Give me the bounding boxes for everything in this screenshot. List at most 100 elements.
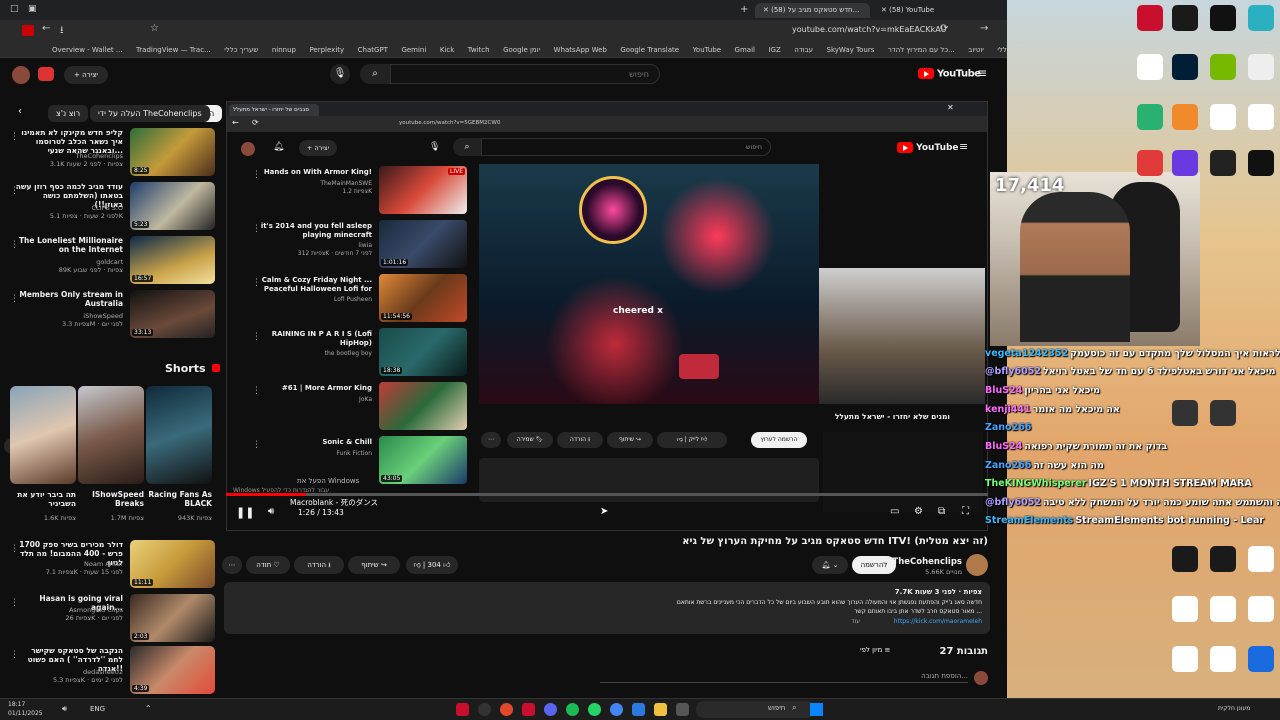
video-thumbnail[interactable]: 1:01:16 (379, 220, 467, 268)
list-item[interactable]: 1:01:16 it's 2014 and you fell asleep pl… (252, 220, 467, 270)
bookmark-item[interactable]: TradingView — Trac... (136, 42, 211, 57)
desktop-icon[interactable] (1172, 596, 1198, 622)
bookmark-item[interactable]: YouTube (693, 42, 721, 57)
video-thumbnail[interactable]: 18:38 (379, 328, 467, 376)
bookmark-item[interactable]: Gemini (401, 42, 426, 57)
taskbar-search[interactable]: חיפוש ⌕ (696, 701, 816, 718)
youtube-logo[interactable]: YouTube (897, 142, 959, 153)
desktop-icon[interactable] (1172, 150, 1198, 176)
pause-icon[interactable]: ❚❚ (236, 506, 254, 519)
language-indicator[interactable]: ENG (90, 705, 105, 713)
channel-name[interactable]: Asmongold Clips (15, 606, 123, 614)
more-options-icon[interactable]: ⋮ (252, 278, 261, 288)
chip-uploaded-by[interactable]: העלה על ידי TheCohenclips (90, 105, 210, 122)
forward-icon[interactable]: → (980, 23, 988, 34)
desktop-icon[interactable] (1248, 546, 1274, 572)
desktop-icon[interactable] (1248, 104, 1274, 130)
chip-related[interactable]: רוצ נ'צ (48, 105, 89, 122)
meta-quest-icon[interactable] (1172, 646, 1198, 672)
chevron-up-icon[interactable]: ⌃ (145, 704, 152, 713)
desktop-icon[interactable] (1248, 5, 1274, 31)
list-item[interactable]: 4:39 הנקבה של סטאקס שקישר לחמ ''לדרדה'' … (10, 646, 215, 696)
bookmark-item[interactable]: IGZ (768, 42, 780, 57)
tab-close-icon[interactable]: ✕ (881, 6, 887, 14)
more-options-icon[interactable]: ⋮ (252, 224, 261, 234)
chrome-icon[interactable] (610, 703, 623, 716)
search-input[interactable]: חיפוש (481, 138, 771, 156)
more-options-icon[interactable]: ⋮ (252, 332, 261, 342)
desktop-icon[interactable] (1210, 150, 1236, 176)
list-item[interactable]: LIVE Hands on With Armor King! TheMainMa… (252, 166, 467, 216)
video-thumbnail[interactable] (379, 382, 467, 430)
tab-list-icon[interactable]: ▣ (28, 4, 37, 14)
save-button[interactable]: שמירה 🔖︎ (507, 432, 553, 448)
progress-bar[interactable] (226, 493, 988, 496)
photoshop-icon[interactable] (1172, 54, 1198, 80)
channel-name[interactable]: Noam Antar (15, 560, 123, 568)
channel-name[interactable]: the bootleg boy (252, 350, 372, 357)
download-icon[interactable]: ⭳ (60, 23, 64, 40)
channel-name[interactable]: TheCohenclips (15, 152, 123, 160)
search-icon[interactable]: ⌕ (453, 138, 481, 156)
chevron-left-icon[interactable]: ‹ (18, 106, 22, 117)
refresh-icon[interactable]: ⟳ (252, 118, 259, 127)
create-button[interactable]: + יצירה (64, 66, 108, 84)
discord-icon[interactable] (544, 703, 557, 716)
video-thumbnail[interactable]: 43:05 (379, 436, 467, 484)
more-actions-button[interactable]: ⋯ (481, 432, 501, 448)
live-chat-panel[interactable] (823, 432, 983, 512)
volume-icon[interactable]: 🔊︎ (268, 506, 274, 517)
more-options-icon[interactable]: ⋮ (10, 186, 19, 196)
desktop-icon[interactable] (1210, 104, 1236, 130)
short-thumbnail[interactable] (10, 386, 76, 484)
video-title[interactable]: RAINING IN P A R I S (Lofi HipHop) (252, 330, 372, 348)
desktop-icon[interactable] (1248, 596, 1274, 622)
like-icon[interactable]: 👍︎ (701, 436, 707, 443)
spotify-icon[interactable] (566, 703, 579, 716)
short-thumbnail[interactable] (146, 386, 212, 484)
roblox-icon[interactable] (1248, 646, 1274, 672)
list-item[interactable]: 5:23 עודד מגיב לכמה כסף רוזן עשה בטאתו (… (10, 182, 215, 232)
short-thumbnail[interactable] (78, 386, 144, 484)
obs-icon[interactable] (1210, 546, 1236, 572)
fullscreen-icon[interactable]: ⛶ (962, 506, 969, 517)
like-dislike-button[interactable]: 👎︎ | לייק 👍︎ (657, 432, 727, 448)
more-options-icon[interactable]: ⋮ (10, 132, 19, 142)
avatar[interactable] (241, 142, 255, 156)
desktop-icon[interactable] (1172, 546, 1198, 572)
video-thumbnail[interactable]: 4:39 (130, 646, 215, 694)
video-thumbnail[interactable]: 11:11 (130, 540, 215, 588)
desktop-icon[interactable] (1210, 5, 1236, 31)
taskbar-app-icon[interactable] (478, 703, 491, 716)
new-tab-icon[interactable]: + (740, 4, 748, 15)
notification-bell-button[interactable]: 🔔︎ ⌄ (812, 556, 848, 574)
avatar[interactable] (12, 66, 30, 84)
description-link[interactable]: https://kick.com/maorameleh (894, 618, 982, 625)
channel-name[interactable]: Lofi Pusheen (252, 296, 372, 303)
more-options-icon[interactable]: ⋮ (10, 294, 19, 304)
bookmark-item[interactable]: WhatsApp Web (554, 42, 607, 57)
volume-icon[interactable]: 🔊︎ (62, 704, 67, 714)
share-button[interactable]: שיתוף ↪ (348, 556, 400, 574)
url-text[interactable]: youtube.com/watch?v=mkEaEACKkAU (792, 25, 947, 34)
bookmark-item[interactable]: Kick (440, 42, 454, 57)
video-title[interactable]: קליפ חדש מקינקו לא תאמינו איך נשאר הכלב … (15, 128, 123, 155)
list-item[interactable]: #61 | More Armor King JoKa ⋮ (252, 382, 467, 432)
bookmark-item[interactable]: SkyWay Tours (827, 42, 875, 57)
notifications-icon[interactable]: 🔔︎ (273, 142, 284, 152)
mic-icon[interactable]: 🎙 (330, 64, 350, 84)
more-options-icon[interactable]: ⋮ (10, 240, 19, 250)
close-icon[interactable]: ✕ (947, 103, 954, 112)
short-title[interactable]: Racing Fans As BLACK (146, 490, 212, 508)
comment-input[interactable]: הוספת תגובה... (600, 672, 968, 683)
desktop-icon[interactable] (1137, 104, 1163, 130)
download-button[interactable]: הורדה ⭳ (557, 432, 603, 448)
more-options-icon[interactable]: ⋮ (10, 544, 19, 554)
bookmark-item[interactable]: Gmail (735, 42, 755, 57)
inner-tab[interactable]: סבבים של יחזרו - ישראל מתעלל (229, 104, 319, 116)
more-actions-button[interactable]: ⋯ (222, 556, 242, 574)
list-item[interactable]: 2:03 Hasan is going viral again... Asmon… (10, 594, 215, 644)
bookmark-item[interactable]: Google Translate (620, 42, 679, 57)
taskbar-app-icon[interactable] (676, 703, 689, 716)
more-options-icon[interactable]: ⋮ (252, 440, 261, 450)
